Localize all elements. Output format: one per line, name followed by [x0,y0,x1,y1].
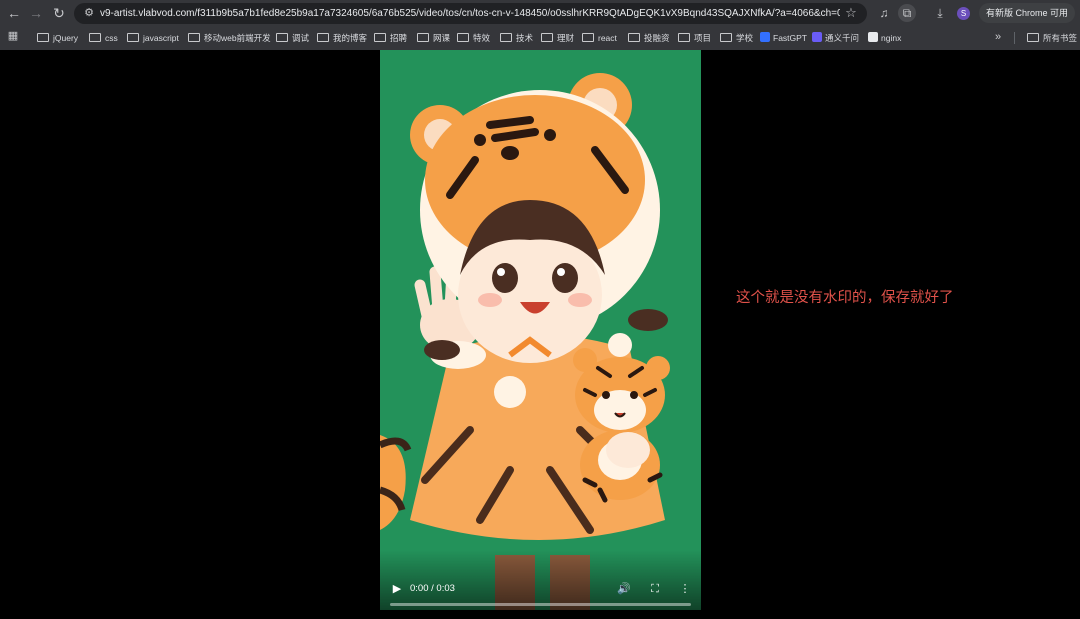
bookmark-item[interactable]: jQuery [37,30,78,46]
bookmark-item[interactable]: 投融资 [628,30,670,46]
site-favicon-icon [760,32,770,42]
bookmark-item[interactable]: css [89,30,118,46]
bookmark-item[interactable]: 特效 [457,30,490,46]
folder-icon [582,33,594,42]
bookmark-item[interactable]: 移动web前端开发 [188,30,271,46]
extensions-puzzle-icon[interactable]: ⧉ [898,4,916,22]
video-time: 0:00 / 0:03 [410,583,455,594]
video-player[interactable]: ▶ 0:00 / 0:03 🔊 ⛶ ⋮ [380,50,701,610]
bookmark-label: react [598,33,617,43]
all-bookmarks-folder[interactable]: 所有书签 [1027,30,1077,46]
url-text[interactable]: v9-artist.vlabvod.com/f311b9b5a7b1fed8e2… [100,3,840,24]
site-info-icon[interactable]: ⚙ [82,6,96,20]
folder-icon [374,33,386,42]
bookmark-label: FastGPT [773,33,808,43]
bookmark-label: 技术 [516,33,534,43]
folder-icon [127,33,139,42]
more-bookmarks-icon[interactable]: » [995,29,1001,45]
bookmark-label: javascript [143,33,179,43]
folder-icon [1027,33,1039,42]
bookmark-label: 调试 [292,33,310,43]
folder-icon [188,33,200,42]
bookmark-label: 移动web前端开发 [204,33,271,43]
bookmark-label: 学校 [736,33,754,43]
folder-icon [276,33,288,42]
video-controls-gradient [380,550,701,610]
bookmark-item[interactable]: 技术 [500,30,533,46]
bookmark-item[interactable]: 调试 [276,30,309,46]
bookmark-label: jQuery [53,33,79,43]
bookmark-label: css [105,33,118,43]
site-favicon-icon [868,32,878,42]
bookmark-label: 招聘 [390,33,408,43]
volume-icon[interactable]: 🔊 [616,581,632,597]
bookmark-item[interactable]: 学校 [720,30,753,46]
back-icon[interactable]: ← [4,3,24,23]
folder-icon [457,33,469,42]
fullscreen-icon[interactable]: ⛶ [647,581,663,597]
more-options-icon[interactable]: ⋮ [677,581,693,597]
forward-icon[interactable]: → [26,3,46,23]
bookmarks-bar: jQuery css javascript 移动web前端开发 调试 我的博客 招聘 网课 特效… [0,27,1080,49]
folder-icon [628,33,640,42]
play-icon[interactable]: ▶ [390,582,404,596]
bookmark-item[interactable]: nginx [868,30,901,46]
profile-avatar[interactable]: S [957,7,970,20]
browser-chrome: ← → ↻ ⚙ v9-artist.vlabvod.com/f311b9b5a7… [0,0,1080,50]
bookmark-label: 网课 [433,33,451,43]
address-bar[interactable]: ⚙ v9-artist.vlabvod.com/f311b9b5a7b1fed8… [74,3,867,24]
browser-toolbar: ← → ↻ ⚙ v9-artist.vlabvod.com/f311b9b5a7… [0,0,1080,27]
folder-icon [678,33,690,42]
extension-headphones-icon[interactable]: ♫ [875,4,893,22]
bookmark-label: 项目 [694,33,712,43]
folder-icon [720,33,732,42]
bookmark-label: 特效 [473,33,491,43]
bookmarks-divider [1014,32,1015,44]
folder-icon [500,33,512,42]
folder-icon [89,33,101,42]
bookmark-label: 投融资 [644,33,670,43]
bookmark-item[interactable]: react [582,30,617,46]
reload-icon[interactable]: ↻ [49,3,69,23]
all-bookmarks-label: 所有书签 [1043,33,1078,43]
video-frame-illustration [380,50,701,610]
bookmark-label: nginx [881,33,902,43]
bookmark-label: 理财 [557,33,575,43]
bookmark-item[interactable]: 项目 [678,30,711,46]
bookmark-star-icon[interactable]: ☆ [843,5,859,21]
video-progress-bar[interactable] [390,603,691,606]
bookmark-item[interactable]: 招聘 [374,30,407,46]
site-favicon-icon [812,32,822,42]
bookmark-item[interactable]: 理财 [541,30,574,46]
bookmark-label: 我的博客 [333,33,368,43]
bookmark-label: 通义千问 [825,33,860,43]
folder-icon [37,33,49,42]
chrome-update-button[interactable]: 有新版 Chrome 可用 [979,3,1075,23]
folder-icon [541,33,553,42]
bookmark-item[interactable]: javascript [127,30,179,46]
folder-icon [317,33,329,42]
bookmark-item[interactable]: 网课 [417,30,450,46]
bookmark-item[interactable]: 我的博客 [317,30,367,46]
folder-icon [417,33,429,42]
bookmark-item[interactable]: FastGPT [760,30,807,46]
bookmark-item[interactable]: 通义千问 [812,30,859,46]
download-icon[interactable]: ⤓ [931,4,949,22]
caption-text: 这个就是没有水印的，保存就好了 [736,290,954,306]
